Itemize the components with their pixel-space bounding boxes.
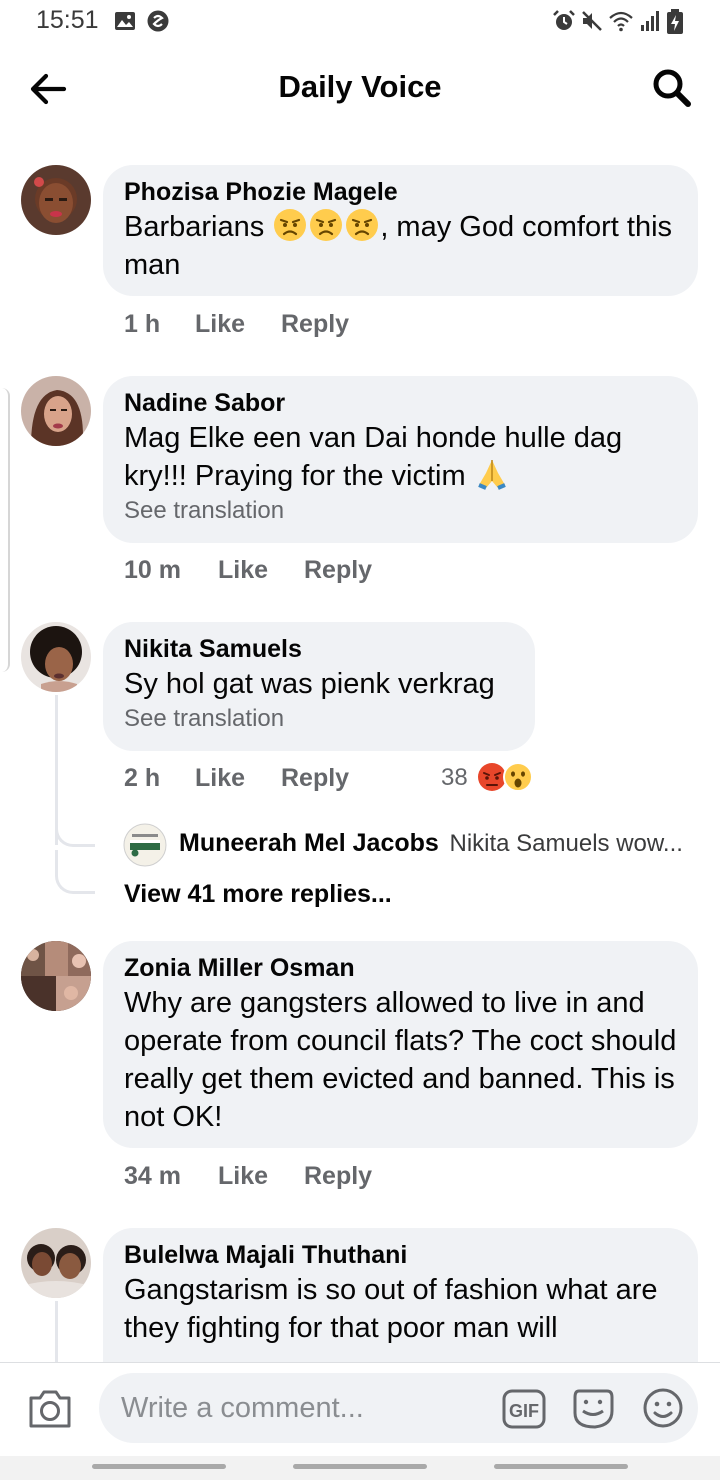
profile-photo <box>21 941 91 1011</box>
see-translation-link[interactable]: See translation <box>124 703 515 735</box>
avatar[interactable] <box>21 376 91 446</box>
emoji-icon[interactable] <box>642 1387 684 1429</box>
reply-button[interactable]: Reply <box>281 764 349 793</box>
angry-face-emoji <box>274 209 307 241</box>
alarm-icon <box>553 10 575 30</box>
profile-photo <box>21 1228 91 1298</box>
reply-preview-text: Nikita Samuels wow... <box>449 830 683 857</box>
reply-preview[interactable]: Muneerah Mel Jacobs Nikita Samuels wow..… <box>179 829 699 863</box>
comment-timestamp[interactable]: 2 h <box>124 764 160 793</box>
angry-face-emoji <box>346 209 379 241</box>
comment-actions: 34 m Like Reply <box>124 1162 424 1194</box>
nav-handle[interactable] <box>494 1464 628 1469</box>
avatar[interactable] <box>21 941 91 1011</box>
comment-composer: Write a comment... GIF <box>0 1362 720 1457</box>
commenter-name[interactable]: Nikita Samuels <box>124 634 515 664</box>
avatar[interactable] <box>21 165 91 235</box>
like-button[interactable]: Like <box>218 556 268 585</box>
like-button[interactable]: Like <box>218 1162 268 1191</box>
comment-bubble[interactable]: Nikita Samuels Sy hol gat was pienk verk… <box>103 622 535 751</box>
reply-thread-connector <box>55 800 95 847</box>
avatar[interactable] <box>21 622 91 692</box>
comment-actions: 10 m Like Reply <box>124 556 424 588</box>
comment-text: Gangstarism is so out of fashion what ar… <box>124 1274 658 1344</box>
comment-text-start: Barbarians <box>124 211 265 243</box>
comment-timestamp[interactable]: 34 m <box>124 1162 181 1191</box>
commenter-name[interactable]: Phozisa Phozie Magele <box>124 177 678 207</box>
battery-charging-icon <box>667 9 683 34</box>
comment-text: Mag Elke een van Dai honde hulle dag kry… <box>124 419 678 495</box>
status-bar: 15:51 <box>0 0 720 44</box>
profile-photo <box>21 622 91 692</box>
sticker-icon[interactable] <box>571 1385 615 1431</box>
view-more-replies-link[interactable]: View 41 more replies... <box>124 880 392 909</box>
reply-button[interactable]: Reply <box>281 310 349 339</box>
comment-text-body: Mag Elke een van Dai honde hulle dag kry… <box>124 422 623 492</box>
comment-timestamp[interactable]: 1 h <box>124 310 160 339</box>
system-nav-bar <box>0 1456 720 1480</box>
reply-thread-connector <box>55 850 95 894</box>
reply-thread-line <box>55 1301 58 1362</box>
angry-face-emoji <box>310 209 343 241</box>
comment-actions: 2 h Like Reply <box>124 764 424 796</box>
reaction-count: 38 <box>441 764 468 791</box>
like-button[interactable]: Like <box>195 310 245 339</box>
like-button[interactable]: Like <box>195 764 245 793</box>
reply-button[interactable]: Reply <box>304 1162 372 1191</box>
page-title: Daily Voice <box>278 69 442 104</box>
profile-photo <box>21 165 91 235</box>
comment-timestamp[interactable]: 10 m <box>124 556 181 585</box>
top-app-bar: Daily Voice <box>0 44 720 134</box>
comment-bubble[interactable]: Phozisa Phozie Magele Barbarians , may G… <box>103 165 698 296</box>
reply-button[interactable]: Reply <box>304 556 372 585</box>
see-translation-link[interactable]: See translation <box>124 495 678 527</box>
comment-text: Barbarians , may God comfort this man <box>124 208 678 284</box>
signal-icon <box>641 11 659 31</box>
comment-actions: 1 h Like Reply <box>124 310 424 342</box>
comment-text: Why are gangsters allowed to live in and… <box>124 987 677 1133</box>
profile-photo <box>21 376 91 446</box>
camera-icon[interactable] <box>27 1388 73 1430</box>
gif-icon[interactable]: GIF <box>502 1389 546 1429</box>
comment-text: Sy hol gat was pienk verkrag <box>124 668 495 700</box>
wifi-icon <box>609 11 633 32</box>
app-notification-icon <box>147 10 169 32</box>
search-icon[interactable] <box>648 64 696 112</box>
svg-text:GIF: GIF <box>509 1401 539 1421</box>
mute-icon <box>582 11 602 31</box>
comment-bubble[interactable]: Nadine Sabor Mag Elke een van Dai honde … <box>103 376 698 543</box>
avatar[interactable] <box>21 1228 91 1298</box>
status-time: 15:51 <box>36 6 99 34</box>
scroll-edge-indicator <box>0 388 10 672</box>
commenter-name[interactable]: Zonia Miller Osman <box>124 953 678 983</box>
reply-preview-avatar[interactable] <box>123 823 167 867</box>
commenter-name[interactable]: Nadine Sabor <box>124 388 678 418</box>
reply-author-name[interactable]: Muneerah Mel Jacobs <box>179 829 439 857</box>
reaction-summary[interactable]: 38 <box>441 762 551 796</box>
nav-handle[interactable] <box>293 1464 427 1469</box>
folded-hands-emoji <box>477 460 506 490</box>
profile-photo <box>123 823 167 867</box>
nav-handle[interactable] <box>92 1464 226 1469</box>
gallery-notification-icon <box>115 12 135 30</box>
comment-bubble[interactable]: Zonia Miller Osman Why are gangsters all… <box>103 941 698 1148</box>
wow-reaction-icon <box>503 762 533 792</box>
commenter-name[interactable]: Bulelwa Majali Thuthani <box>124 1240 678 1270</box>
